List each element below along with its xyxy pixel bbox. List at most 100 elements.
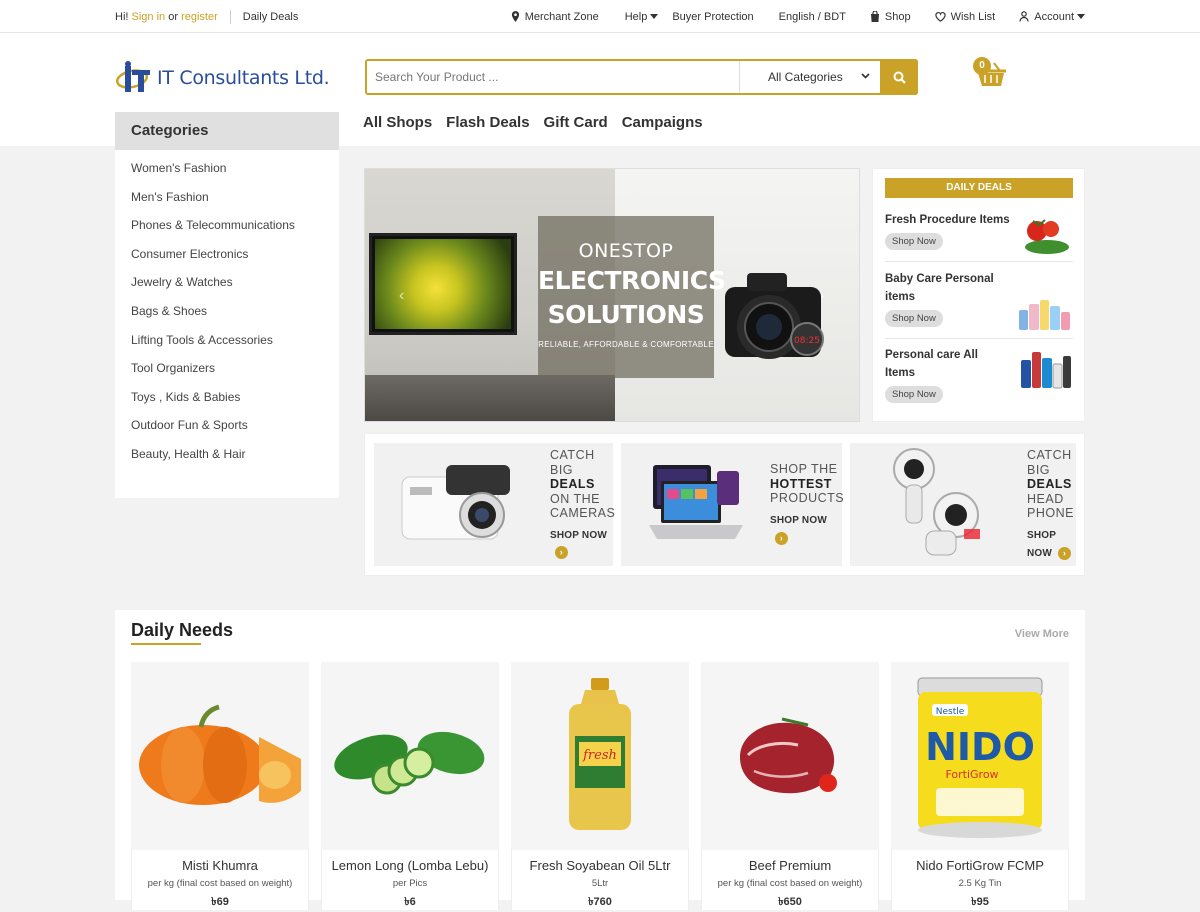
product-name: Lemon Long (Lomba Lebu): [331, 858, 489, 873]
promo-card-headphones[interactable]: CATCH BIG DEALS HEAD PHONE SHOP NOW ›: [850, 443, 1076, 566]
category-item[interactable]: Outdoor Fun & Sports: [115, 411, 339, 440]
camera-image: 08:25: [725, 273, 824, 359]
nav-gift-card[interactable]: Gift Card: [544, 114, 608, 131]
shop-now-link[interactable]: SHOP: [1027, 529, 1074, 544]
product-image: [701, 662, 879, 850]
arrow-right-icon[interactable]: ›: [1058, 547, 1072, 560]
personal-care-image: [1021, 352, 1071, 389]
product-image: fresh: [511, 662, 689, 850]
promo-line: HEAD: [1027, 491, 1064, 506]
product-card[interactable]: Misti Khumra per kg (final cost based on…: [131, 662, 309, 910]
shop-now-button[interactable]: Shop Now: [885, 233, 943, 250]
nav-flash-deals[interactable]: Flash Deals: [446, 114, 529, 131]
chevron-down-icon: [1077, 14, 1085, 19]
promo-line: ON THE: [550, 491, 600, 506]
wish-list-link[interactable]: Wish List: [934, 10, 996, 23]
categories-list: Women's Fashion Men's Fashion Phones & T…: [115, 150, 339, 469]
or-text: or: [168, 10, 178, 23]
promo-line: CAMERAS: [550, 506, 616, 520]
product-image: Nestle NIDO FortiGrow: [891, 662, 1069, 850]
language-selector[interactable]: English / BDT: [779, 11, 846, 23]
heart-icon: [934, 11, 946, 22]
shop-now-link[interactable]: NOW ›: [1027, 547, 1074, 562]
daily-deals-link[interactable]: Daily Deals: [243, 11, 299, 23]
category-item[interactable]: Lifting Tools & Accessories: [115, 326, 339, 355]
deal-item[interactable]: Baby Care Personal items Shop Now: [885, 270, 1073, 330]
product-unit: per Pics: [392, 878, 428, 889]
deal-item[interactable]: Personal care All Items Shop Now: [885, 346, 1073, 403]
shop-link[interactable]: Shop: [870, 11, 911, 23]
help-menu[interactable]: Help: [625, 11, 659, 23]
promo-card-cameras[interactable]: CATCH BIG DEALS ON THE CAMERAS SHOP NOW …: [374, 443, 615, 566]
promo-text: SHOP THE HOTTEST PRODUCTS SHOP NOW ›: [770, 462, 844, 545]
logo-text: IT Consultants Ltd.: [157, 67, 330, 89]
category-item[interactable]: Jewelry & Watches: [115, 268, 339, 297]
category-item[interactable]: Women's Fashion: [115, 154, 339, 183]
promo-text: CATCH BIG DEALS ON THE CAMERAS SHOP NOW …: [550, 448, 615, 559]
shop-now-button[interactable]: Shop Now: [885, 310, 943, 327]
category-item[interactable]: Men's Fashion: [115, 183, 339, 212]
account-menu[interactable]: Account: [1019, 11, 1085, 23]
product-price: ৳760: [588, 896, 612, 908]
product-card[interactable]: fresh Fresh Soyabean Oil 5Ltr 5Ltr ৳760: [511, 662, 689, 910]
search-button[interactable]: [880, 59, 918, 95]
arrow-right-icon[interactable]: ›: [775, 532, 788, 545]
tv-stand-image: [365, 375, 615, 421]
shop-now-button[interactable]: Shop Now: [885, 386, 943, 403]
product-info: Lemon Long (Lomba Lebu) per Pics ৳6: [321, 850, 499, 910]
product-price: ৳650: [778, 896, 802, 908]
merchant-zone-link[interactable]: Merchant Zone: [511, 11, 599, 23]
prev-slide-icon[interactable]: ‹: [399, 287, 404, 305]
category-item[interactable]: Tool Organizers: [115, 354, 339, 383]
shop-now-link[interactable]: SHOP NOW: [770, 514, 844, 529]
promo-line: CATCH: [1027, 448, 1072, 462]
category-item[interactable]: Consumer Electronics: [115, 240, 339, 269]
category-select[interactable]: All Categories: [739, 61, 880, 93]
category-item[interactable]: Beauty, Health & Hair: [115, 440, 339, 469]
daily-deals-box: DAILY DEALS Fresh Procedure Items Shop N…: [872, 168, 1085, 422]
promo-line: DEALS: [550, 477, 595, 491]
buyer-protection-link[interactable]: Buyer Protection: [672, 11, 753, 23]
svg-text:08:25: 08:25: [794, 336, 820, 346]
tv-image: [369, 233, 517, 335]
wish-list-label: Wish List: [950, 10, 996, 23]
deal-item[interactable]: Fresh Procedure Items Shop Now: [885, 211, 1073, 254]
nav-all-shops[interactable]: All Shops: [363, 114, 432, 131]
view-more-link[interactable]: View More: [1015, 628, 1069, 640]
daily-deals-title: DAILY DEALS: [885, 178, 1073, 198]
promo-row: CATCH BIG DEALS ON THE CAMERAS SHOP NOW …: [364, 433, 1085, 576]
nav-campaigns[interactable]: Campaigns: [622, 114, 703, 131]
product-info: Nido FortiGrow FCMP 2.5 Kg Tin ৳95: [891, 850, 1069, 910]
promo-line: CATCH: [550, 448, 595, 462]
promo-line: PRODUCTS: [770, 491, 845, 505]
greeting-text: Hi!: [115, 10, 129, 23]
cart-button[interactable]: 0: [970, 57, 1010, 93]
product-info: Fresh Soyabean Oil 5Ltr 5Ltr ৳760: [511, 850, 689, 910]
laptop-tablet-image: [649, 465, 743, 539]
register-link[interactable]: register: [181, 11, 218, 23]
search-input[interactable]: [367, 61, 739, 93]
shop-now-link[interactable]: SHOP NOW: [550, 529, 615, 544]
nido-tin-image: Nestle NIDO FortiGrow: [917, 677, 1043, 838]
product-info: Beef Premium per kg (final cost based on…: [701, 850, 879, 910]
site-logo[interactable]: IT Consultants Ltd.: [115, 60, 330, 96]
product-card[interactable]: Nestle NIDO FortiGrow Nido FortiGrow FCM…: [891, 662, 1069, 910]
product-card[interactable]: Beef Premium per kg (final cost based on…: [701, 662, 879, 910]
category-item[interactable]: Toys , Kids & Babies: [115, 383, 339, 412]
sign-in-link[interactable]: Sign in: [132, 11, 166, 23]
promo-line: BIG: [1027, 462, 1051, 477]
promo-text: CATCH BIG DEALS HEAD PHONE SHOP NOW ›: [1027, 448, 1074, 562]
arrow-right-icon[interactable]: ›: [555, 546, 568, 559]
location-pin-icon: [511, 11, 519, 22]
account-label: Account: [1034, 10, 1074, 23]
section-title: Daily Needs: [131, 620, 234, 640]
promo-card-products[interactable]: SHOP THE HOTTEST PRODUCTS SHOP NOW ›: [621, 443, 844, 566]
category-item[interactable]: Phones & Telecommunications: [115, 211, 339, 240]
hero-banner[interactable]: ‹ › ONESTOP ELECTRONICS SOLUTIONS RELIAB…: [364, 168, 860, 422]
promo-line: SHOP THE: [770, 462, 838, 476]
pumpkin-image: [139, 704, 301, 805]
banner-tagline: RELIABLE, AFFORDABLE & COMFORTABLE: [538, 340, 714, 349]
category-item[interactable]: Bags & Shoes: [115, 297, 339, 326]
product-card[interactable]: Lemon Long (Lomba Lebu) per Pics ৳6: [321, 662, 499, 910]
categories-title: Categories: [115, 112, 339, 150]
